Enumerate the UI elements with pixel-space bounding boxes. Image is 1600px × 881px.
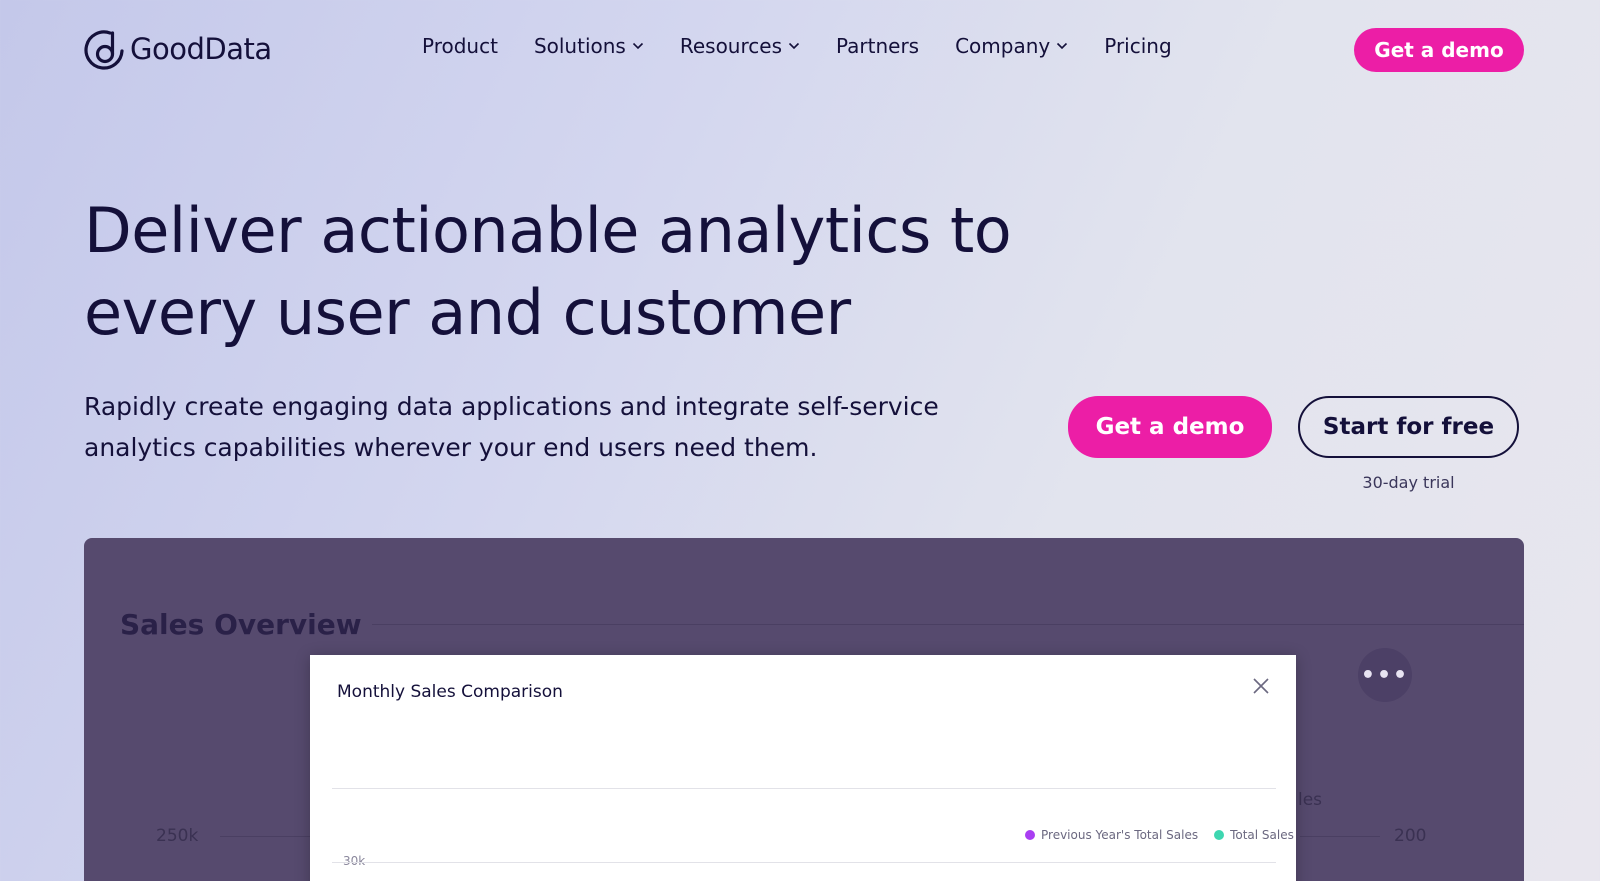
- legend-dot-icon: [1214, 830, 1225, 840]
- chart-gridline: [332, 862, 1276, 863]
- background-chart-label: les: [1298, 790, 1323, 810]
- site-header: GoodData Product Solutions Resources Par…: [0, 0, 1600, 100]
- legend-item-previous-year[interactable]: Previous Year's Total Sales: [1025, 828, 1198, 842]
- trial-note: 30-day trial: [1362, 473, 1455, 492]
- background-gridline: [1300, 836, 1380, 837]
- chevron-down-icon: [1057, 42, 1068, 50]
- main-nav: Product Solutions Resources Partners Com…: [422, 34, 1172, 58]
- dashboard-title: Sales Overview: [120, 608, 362, 641]
- monthly-sales-modal: Monthly Sales Comparison Previous Year's…: [310, 655, 1296, 881]
- legend-label: Total Sales: [1230, 828, 1294, 842]
- gooddata-logo-icon: [84, 30, 124, 70]
- background-axis-tick: 250k: [156, 826, 199, 846]
- chart-legend: Previous Year's Total Sales Total Sales: [1025, 828, 1294, 842]
- modal-title: Monthly Sales Comparison: [337, 682, 563, 702]
- legend-label: Previous Year's Total Sales: [1041, 828, 1199, 842]
- nav-item-label: Partners: [835, 34, 920, 58]
- hero-subtitle: Rapidly create engaging data application…: [84, 386, 1004, 468]
- chevron-down-icon: [632, 42, 643, 50]
- nav-item-resources[interactable]: Resources: [680, 34, 800, 58]
- hero-get-demo-button[interactable]: Get a demo: [1068, 396, 1272, 458]
- divider: [372, 624, 1524, 625]
- nav-item-partners[interactable]: Partners: [836, 34, 919, 58]
- nav-item-label: Company: [955, 34, 1051, 58]
- legend-dot-icon: [1025, 830, 1035, 840]
- background-gridline: [220, 836, 310, 837]
- background-axis-tick: 200: [1394, 826, 1427, 846]
- nav-item-solutions[interactable]: Solutions: [534, 34, 644, 58]
- legend-item-total-sales[interactable]: Total Sales: [1214, 828, 1294, 842]
- hero-title: Deliver actionable analytics to every us…: [84, 190, 1084, 354]
- gooddata-logo[interactable]: GoodData: [84, 27, 272, 71]
- nav-item-label: Product: [422, 34, 498, 58]
- ellipsis-icon[interactable]: •••: [1358, 648, 1412, 702]
- nav-item-pricing[interactable]: Pricing: [1104, 34, 1171, 58]
- hero-title-line: Deliver actionable analytics to: [84, 194, 1012, 267]
- hero-title-line: every user and customer: [84, 276, 851, 349]
- hero-subtitle-line: Rapidly create engaging data application…: [84, 392, 939, 421]
- nav-item-label: Solutions: [533, 34, 626, 58]
- chevron-down-icon: [788, 42, 800, 50]
- nav-item-product[interactable]: Product: [422, 34, 498, 58]
- chart-gridline: [332, 788, 1276, 789]
- start-for-free-button[interactable]: Start for free: [1298, 396, 1519, 458]
- logo-wordmark: GoodData: [130, 32, 272, 66]
- close-icon[interactable]: [1252, 677, 1270, 695]
- hero-subtitle-line: analytics capabilities wherever your end…: [84, 433, 818, 462]
- header-get-demo-button[interactable]: Get a demo: [1354, 28, 1524, 72]
- nav-item-company[interactable]: Company: [955, 34, 1068, 58]
- nav-item-label: Pricing: [1104, 34, 1172, 58]
- nav-item-label: Resources: [679, 34, 782, 58]
- y-axis-tick: 30k: [343, 854, 366, 868]
